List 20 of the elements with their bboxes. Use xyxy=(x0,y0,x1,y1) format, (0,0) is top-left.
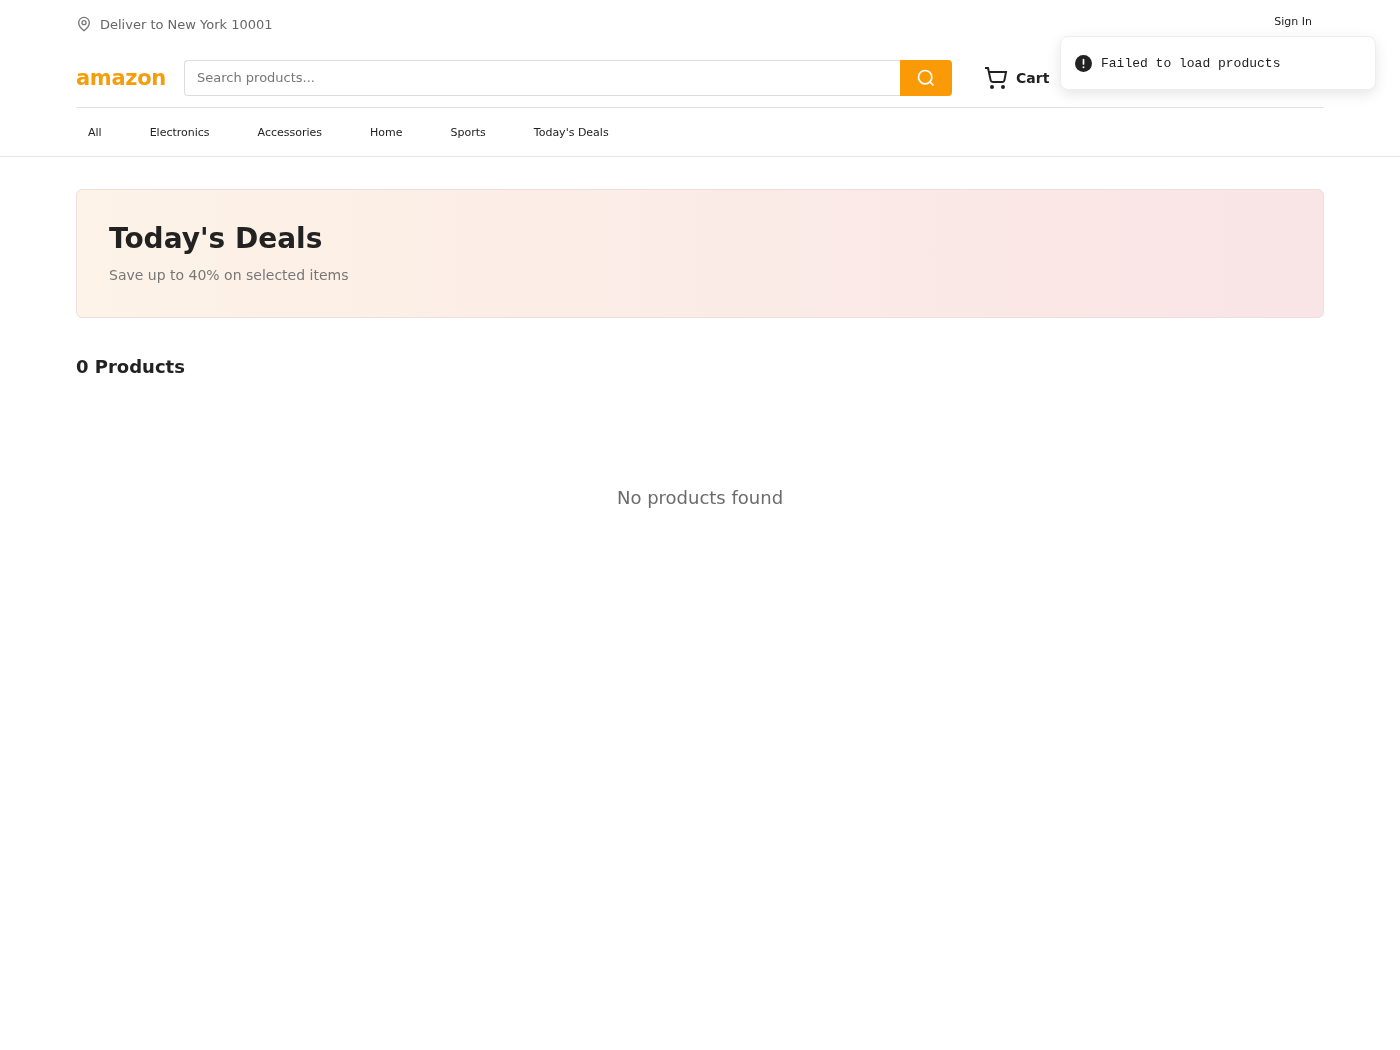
search-button[interactable] xyxy=(900,59,953,96)
location-pin-icon xyxy=(76,16,92,32)
search-field[interactable]: Search products... xyxy=(184,59,901,96)
banner-subtitle: Save up to 40% on selected items xyxy=(109,267,350,283)
cart-icon xyxy=(984,65,1009,90)
toast-message: Failed to load products xyxy=(1101,55,1281,71)
search-icon xyxy=(916,67,937,88)
empty-message: No products found xyxy=(615,487,785,508)
alert-icon xyxy=(1075,54,1092,72)
banner-title: Today's Deals xyxy=(109,222,324,255)
product-count: 0 Products xyxy=(76,356,186,377)
nav-link[interactable]: Home xyxy=(358,125,415,139)
sign-in-link[interactable]: Sign In xyxy=(1274,14,1312,28)
nav-link[interactable]: Today's Deals xyxy=(521,125,621,139)
nav-link[interactable]: All xyxy=(76,125,114,139)
nav-link[interactable]: Electronics xyxy=(137,125,222,139)
cart-button[interactable]: Cart xyxy=(984,65,1050,90)
delivery-location: Deliver to New York 10001 xyxy=(100,16,273,32)
nav-link[interactable]: Sports xyxy=(438,125,498,139)
nav-link[interactable]: Accessories xyxy=(245,125,335,139)
